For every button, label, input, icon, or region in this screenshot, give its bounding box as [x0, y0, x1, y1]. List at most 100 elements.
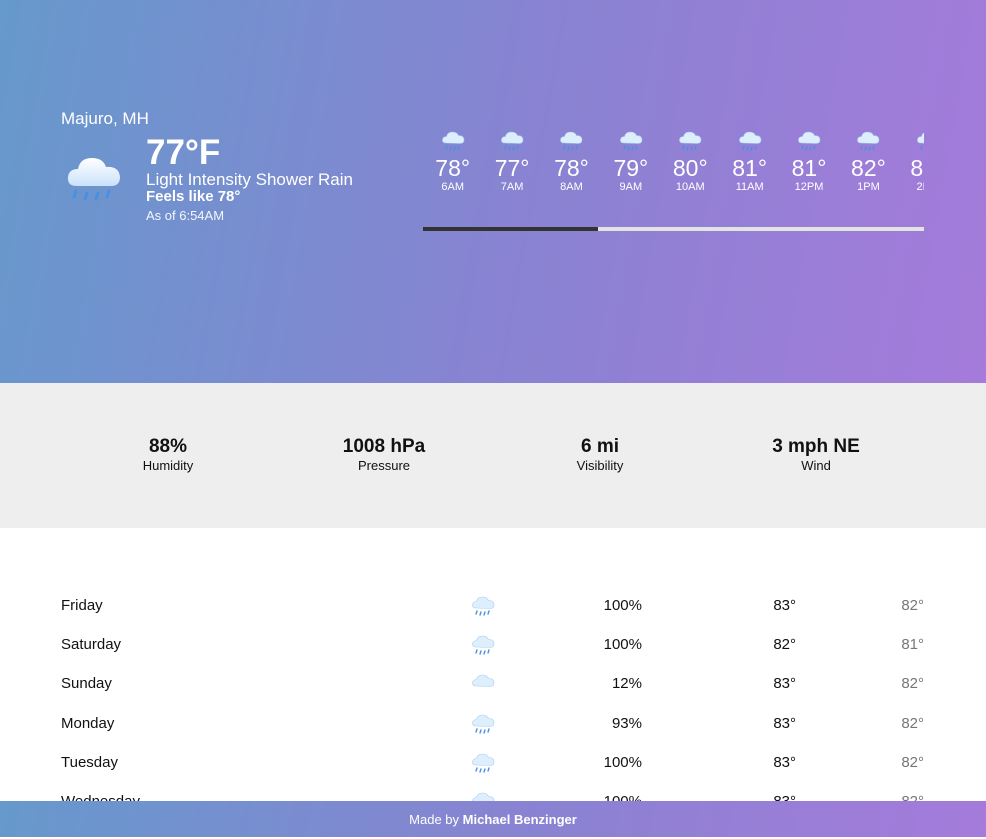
rain-cloud-icon [560, 131, 583, 151]
daily-row: Sunday 12% 83° 82° [0, 665, 986, 704]
stat-value: 3 mph NE [772, 436, 860, 457]
hourly-forecast[interactable]: 78° 6AM 77° 7AM 78° 8AM 79° 9AM 80° 10AM 81° 11AM 81… [423, 126, 924, 206]
rain-cloud-icon [916, 132, 924, 150]
hourly-temp: 80° [672, 155, 708, 181]
conditions-section: 88% Humidity 1008 hPa Pressure 6 mi Visi… [0, 383, 986, 528]
day-name: Tuesday [61, 753, 118, 771]
hourly-temp: 79° [613, 155, 649, 181]
current-temperature: 77°F [146, 133, 221, 172]
hourly-time: 7AM [500, 181, 524, 193]
rain-cloud-icon [501, 131, 524, 151]
hourly-temp: 77° [494, 155, 530, 181]
rain-cloud-icon [857, 131, 880, 151]
high-temp: 83° [773, 714, 796, 732]
day-name: Sunday [61, 675, 112, 693]
hourly-item: 83°2PM [898, 126, 924, 193]
hourly-scrollbar[interactable] [423, 227, 924, 231]
high-temp: 83° [773, 597, 796, 614]
daily-row: Wednesday 100% 83° 82° [0, 783, 986, 801]
daily-row: Saturday 100% 82° 81° [0, 626, 986, 665]
hourly-scrollbar-thumb[interactable] [423, 227, 599, 231]
hourly-item: 77° 7AM [482, 126, 541, 193]
precip-chance: 100% [603, 636, 642, 654]
hourly-time: 11AM [735, 181, 764, 193]
low-temp: 82° [901, 714, 924, 732]
hourly-temp: 82° [851, 155, 886, 181]
stat-label: Visibility [576, 458, 624, 473]
hourly-time: 12PM [794, 181, 824, 193]
feels-like: Feels like 78° [146, 188, 241, 205]
hourly-temp: 78° [435, 155, 471, 181]
hourly-item: 80° 10AM [661, 126, 720, 193]
location-label: Majuro, MH [61, 109, 149, 128]
daily-row: Monday 93% 83° 82° [0, 705, 986, 744]
hourly-list: 78° 6AM 77° 7AM 78° 8AM 79° 9AM 80° 10AM 81° 11AM 81… [423, 126, 924, 193]
stat-humidity: 88% Humidity [68, 436, 268, 473]
stat-visibility: 6 mi Visibility [500, 436, 700, 473]
stat-value: 6 mi [580, 436, 620, 457]
rain-cloud-icon [472, 792, 495, 801]
footer-prefix: Made by [409, 812, 460, 827]
rain-cloud-icon [441, 131, 464, 151]
rain-cloud-icon [738, 131, 761, 151]
hourly-time: 2PM [916, 181, 925, 193]
rain-cloud-icon [472, 635, 495, 655]
hourly-item: 81° 12PM [779, 126, 838, 193]
hourly-item: 81° 11AM [720, 126, 779, 193]
hourly-item: 82° 1PM [839, 126, 898, 193]
low-temp: 82° [901, 753, 924, 771]
stat-pressure: 1008 hPa Pressure [284, 436, 484, 473]
as-of-time: As of 6:54AM [146, 208, 225, 223]
day-name: Monday [61, 714, 115, 732]
rain-cloud-icon [620, 131, 643, 151]
hourly-item: 78° 6AM [423, 126, 482, 193]
stat-label: Humidity [142, 458, 194, 473]
hourly-item: 79° 9AM [601, 126, 660, 193]
stat-label: Wind [801, 458, 831, 473]
rain-cloud-icon [472, 753, 495, 773]
stat-label: Pressure [357, 458, 411, 473]
day-name: Wednesday [61, 793, 140, 801]
high-temp: 82° [773, 636, 796, 654]
precip-chance: 93% [611, 714, 642, 732]
low-temp: 82° [901, 675, 924, 693]
precip-chance: 100% [603, 753, 642, 771]
hourly-temp: 81° [732, 155, 768, 181]
hourly-time: 9AM [619, 181, 643, 193]
cloud-icon [472, 675, 495, 688]
low-temp: 82° [824, 793, 924, 801]
precip-chance: 100% [542, 793, 642, 801]
hourly-temp: 81° [791, 155, 827, 181]
daily-row: Friday 100% 83° 82° [0, 587, 986, 626]
stat-value: 1008 hPa [342, 436, 426, 457]
footer: Made by Michael Benzinger [0, 801, 986, 837]
rain-cloud-icon [67, 158, 120, 201]
high-temp: 83° [773, 675, 796, 693]
high-temp: 83° [773, 753, 796, 771]
precip-chance: 100% [603, 597, 642, 614]
low-temp: 81° [901, 636, 924, 654]
rain-cloud-icon [472, 596, 495, 616]
rain-cloud-icon [679, 131, 702, 151]
daily-row: Tuesday 100% 83° 82° [0, 744, 986, 783]
low-temp: 82° [901, 597, 924, 614]
rain-cloud-icon [798, 131, 821, 151]
high-temp: 83° [696, 793, 796, 801]
daily-forecast[interactable]: Friday 100% 83° 82° Saturday 100% 82° 81° Sunday… [0, 528, 986, 801]
hourly-time: 1PM [857, 181, 880, 193]
footer-author: Michael Benzinger [462, 812, 577, 827]
current-weather-section: Majuro, MH 77°F Light Intensity Shower R… [0, 0, 986, 383]
weather-description: Light Intensity Shower Rain [146, 170, 353, 189]
hourly-temp: 78° [554, 155, 589, 181]
hourly-time: 8AM [560, 181, 583, 193]
hourly-time: 10AM [675, 181, 705, 193]
day-name: Friday [61, 597, 103, 614]
precip-chance: 12% [611, 675, 642, 693]
rain-cloud-icon [472, 714, 495, 734]
stat-value: 88% [148, 436, 188, 457]
stat-wind: 3 mph NE Wind [716, 436, 916, 473]
hourly-time: 6AM [441, 181, 464, 193]
hourly-temp: 83° [910, 155, 924, 181]
day-name: Saturday [61, 636, 122, 654]
hourly-item: 78° 8AM [542, 126, 601, 193]
